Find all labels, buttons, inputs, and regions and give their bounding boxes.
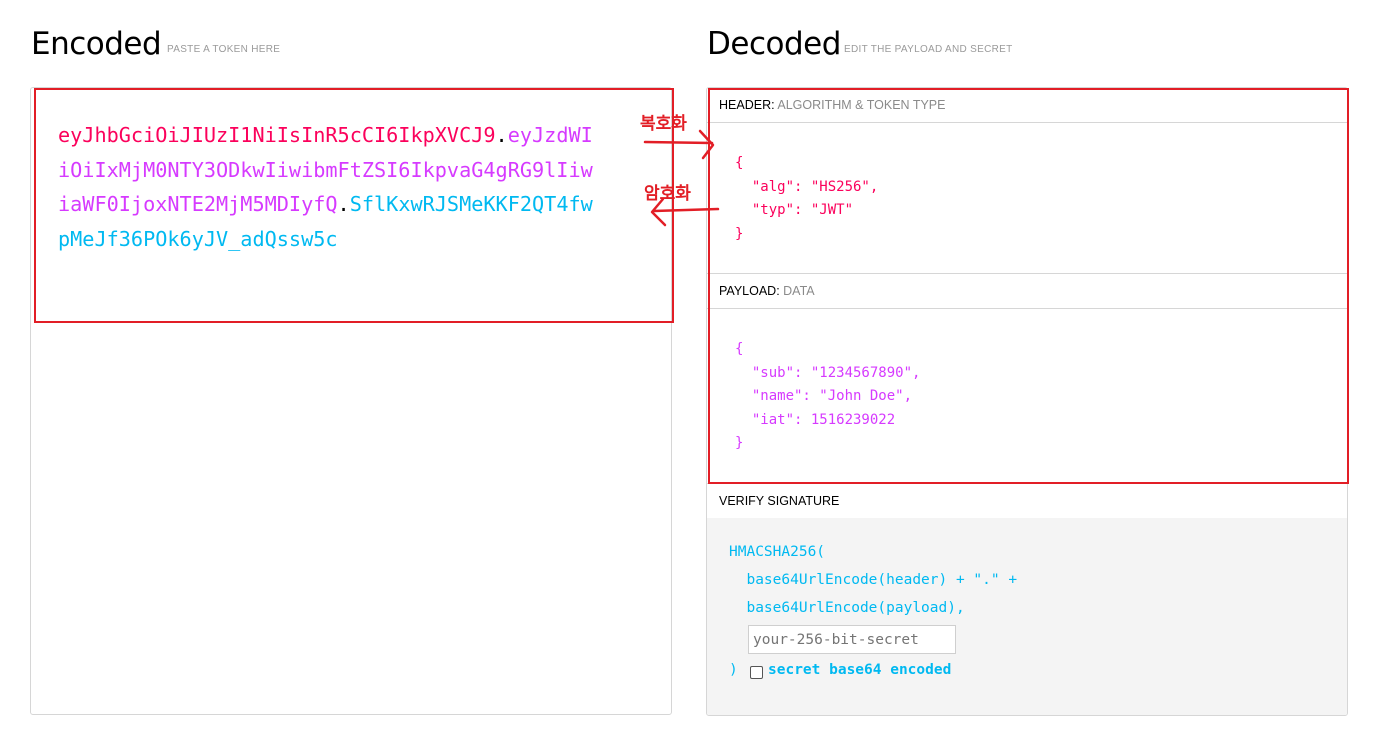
verify-code-line: base64UrlEncode(payload), — [729, 600, 965, 616]
encode-annotation-label: 암호화 — [644, 184, 691, 204]
verify-section-head: VERIFY SIGNATURE — [707, 484, 1347, 519]
encoded-highlight-box — [34, 88, 674, 323]
encoded-subtitle: PASTE A TOKEN HERE — [167, 44, 281, 55]
decoded-title: Decoded — [707, 26, 841, 62]
decode-annotation-label: 복호화 — [640, 114, 687, 134]
secret-base64-checkbox[interactable] — [750, 666, 763, 679]
decoded-subtitle: EDIT THE PAYLOAD AND SECRET — [844, 44, 1013, 55]
encoded-title: Encoded — [31, 26, 162, 62]
verify-code-line: HMACSHA256( — [729, 544, 826, 560]
verify-section-label: VERIFY SIGNATURE — [719, 494, 840, 508]
decoded-highlight-box — [708, 88, 1349, 484]
secret-base64-label[interactable]: secret base64 encoded — [768, 662, 951, 678]
verify-code-line: base64UrlEncode(header) + "." + — [729, 572, 1018, 588]
verify-code-close: ) — [729, 662, 738, 678]
secret-input[interactable] — [748, 625, 956, 654]
